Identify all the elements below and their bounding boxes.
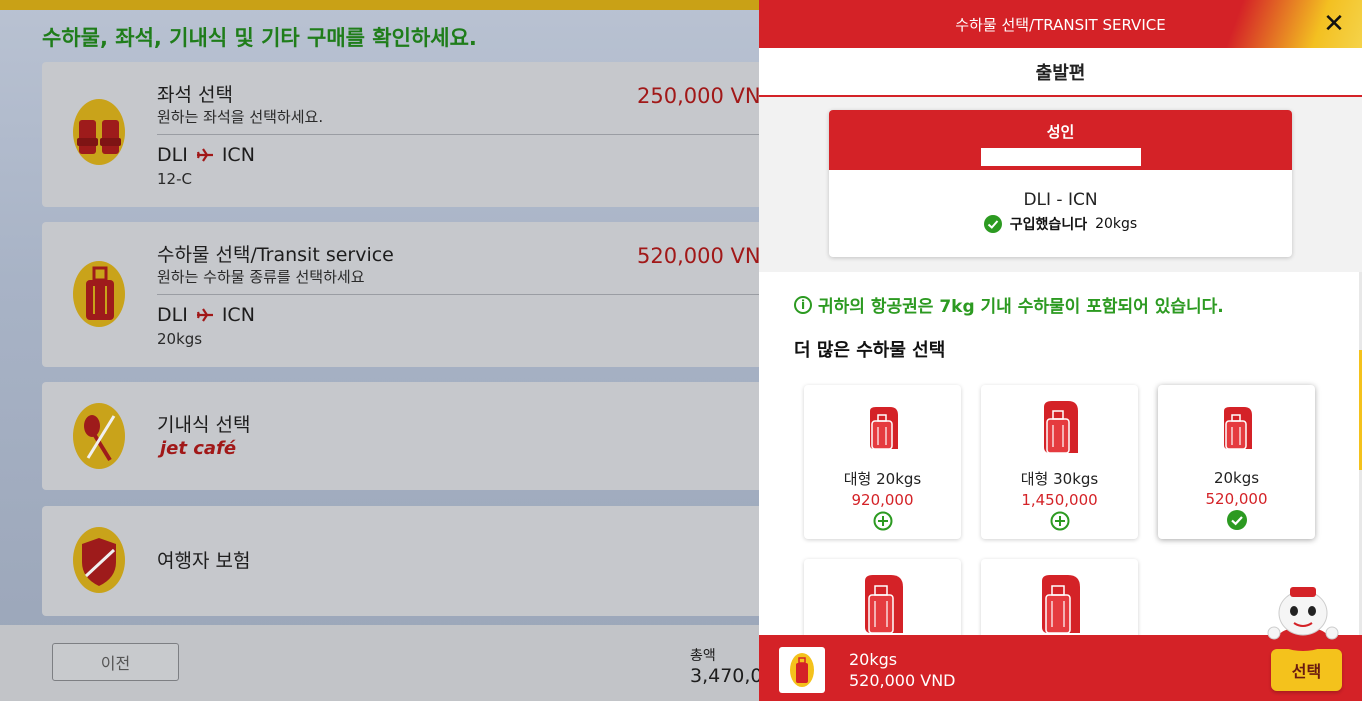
bag-option-tile[interactable]: 대형 20kgs 920,000 [804, 385, 961, 539]
passenger-route: DLI - ICN [1023, 190, 1098, 210]
tab-departure[interactable]: 출발편 [759, 48, 1362, 97]
selected-price: 520,000 VND [849, 671, 956, 690]
select-button[interactable]: 선택 [1271, 649, 1342, 691]
seat-price: 250,000 VND [637, 84, 777, 108]
seat-divider [157, 134, 802, 135]
check-circle-icon [983, 215, 1002, 233]
page-footer: 이전 총액 3,470,00 [0, 625, 775, 701]
add-circle-icon[interactable] [1050, 511, 1070, 531]
bag-option-tile-selected[interactable]: 20kgs 520,000 [1158, 385, 1315, 539]
baggage-price: 520,000 VND [637, 244, 777, 268]
luggage-icon [790, 653, 814, 687]
passenger-name-redacted [980, 148, 1141, 166]
luggage-icon [1223, 407, 1252, 450]
baggage-route: DLI ICN [157, 304, 255, 326]
bag-label: 대형 30kgs [1020, 470, 1099, 488]
luggage-icon [1041, 575, 1080, 634]
bag-price: 520,000 [1205, 490, 1268, 508]
bag-option-tile[interactable]: 대형 30kgs 1,450,000 [981, 385, 1138, 539]
seat-route: DLI ICN [157, 144, 255, 166]
status-text: 구입했습니다 [1009, 217, 1088, 233]
seat-route-from: DLI [157, 144, 188, 166]
shield-icon [73, 527, 125, 593]
insurance-card[interactable]: 여행자 보험 [42, 506, 802, 616]
seat-icon [73, 99, 125, 165]
selected-bag-thumbnail [779, 647, 825, 693]
meal-icon [73, 403, 125, 469]
meal-title: 기내식 선택 [157, 414, 251, 436]
plane-icon [196, 308, 213, 322]
baggage-subtitle: 원하는 수하물 종류를 선택하세요 [157, 268, 365, 286]
insurance-title: 여행자 보험 [157, 550, 251, 572]
baggage-card[interactable]: 수하물 선택/Transit service 원하는 수하물 종류를 선택하세요… [42, 222, 802, 367]
baggage-title: 수하물 선택/Transit service [157, 244, 394, 266]
luggage-icon [864, 575, 903, 634]
close-icon[interactable]: ✕ [1320, 10, 1348, 38]
seat-subtitle: 원하는 좌석을 선택하세요. [157, 108, 324, 126]
jet-cafe-logo: jet café [160, 438, 237, 459]
seat-title: 좌석 선택 [157, 84, 233, 106]
bag-label: 대형 20kgs [843, 470, 922, 488]
selected-weight: 20kgs [849, 650, 898, 669]
purchase-status: 구입했습니다 20kgs [829, 214, 1292, 234]
info-text: 귀하의 항공권은 7kg 기내 수하물이 포함되어 있습니다. [818, 297, 1224, 317]
panel-header: 수하물 선택/TRANSIT SERVICE ✕ [759, 0, 1362, 48]
passenger-header: 성인 [829, 110, 1292, 170]
panel-title: 수하물 선택/TRANSIT SERVICE [955, 15, 1166, 34]
baggage-divider [157, 294, 802, 295]
seat-detail: 12-C [157, 170, 192, 188]
luggage-icon [1043, 401, 1078, 454]
add-circle-icon[interactable] [873, 511, 893, 531]
seat-card[interactable]: 좌석 선택 원하는 좌석을 선택하세요. 250,000 VND DLI ICN… [42, 62, 802, 207]
mascot-icon [1267, 587, 1339, 651]
meal-card[interactable]: 기내식 선택 jet café [42, 382, 802, 490]
info-message: i 귀하의 항공권은 7kg 기내 수하물이 포함되어 있습니다. [794, 292, 1224, 317]
baggage-panel: 수하물 선택/TRANSIT SERVICE ✕ 출발편 성인 DLI - IC… [759, 0, 1362, 701]
bag-price: 920,000 [851, 491, 914, 509]
baggage-detail: 20kgs [157, 330, 203, 348]
check-circle-icon[interactable] [1226, 510, 1247, 530]
seat-route-to: ICN [221, 144, 255, 166]
luggage-icon [73, 261, 125, 327]
passenger-card: 성인 DLI - ICN 구입했습니다 20kgs [829, 110, 1292, 257]
page-heading: 수하물, 좌석, 기내식 및 기타 구매를 확인하세요. [42, 26, 477, 50]
info-icon: i [794, 295, 812, 314]
bag-label: 20kgs [1213, 469, 1260, 487]
luggage-icon [869, 407, 898, 450]
bag-price: 1,450,000 [1021, 491, 1098, 509]
plane-icon [196, 148, 213, 162]
baggage-route-to: ICN [221, 304, 255, 326]
total-label: 총액 [690, 648, 716, 664]
baggage-route-from: DLI [157, 304, 188, 326]
bag-options-area: i 귀하의 항공권은 7kg 기내 수하물이 포함되어 있습니다. 더 많은 수… [759, 272, 1362, 701]
prev-button[interactable]: 이전 [52, 643, 179, 681]
more-baggage-title: 더 많은 수하물 선택 [794, 340, 946, 361]
passenger-type: 성인 [1046, 123, 1075, 141]
status-weight: 20kgs [1095, 216, 1138, 232]
